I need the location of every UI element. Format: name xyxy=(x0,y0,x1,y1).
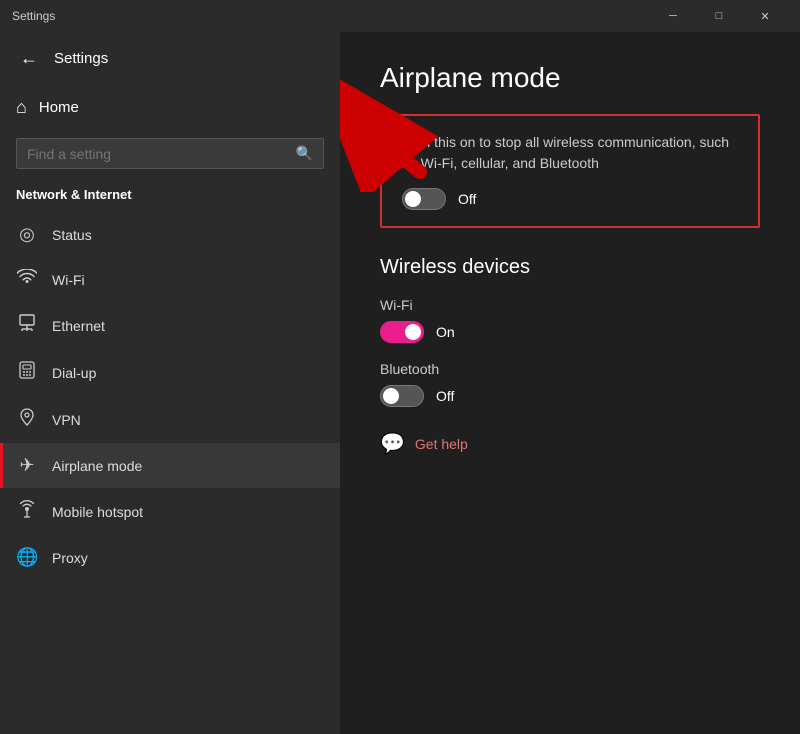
sidebar-item-label: Mobile hotspot xyxy=(52,504,143,520)
bluetooth-device-item: Bluetooth Off xyxy=(380,361,760,407)
search-container: 🔍 xyxy=(0,130,340,181)
maximize-button[interactable]: □ xyxy=(696,0,742,32)
airplane-toggle[interactable] xyxy=(402,188,446,210)
wifi-device-item: Wi-Fi On xyxy=(380,297,760,343)
sidebar-item-wifi[interactable]: Wi-Fi xyxy=(0,257,340,302)
bluetooth-toggle-row: Off xyxy=(380,385,760,407)
airplane-toggle-label: Off xyxy=(458,191,476,207)
toggle-knob xyxy=(405,191,421,207)
wifi-device-name: Wi-Fi xyxy=(380,297,760,313)
sidebar-item-label: Proxy xyxy=(52,550,88,566)
get-help[interactable]: 💬 Get help xyxy=(380,431,760,456)
proxy-icon: 🌐 xyxy=(16,547,38,568)
section-label: Network & Internet xyxy=(0,181,340,212)
airplane-mode-box: Turn this on to stop all wireless commun… xyxy=(380,114,760,228)
sidebar-item-hotspot[interactable]: Mobile hotspot xyxy=(0,488,340,535)
sidebar: ← Settings ⌂ Home 🔍 Network & Internet ◎… xyxy=(0,32,340,734)
search-input[interactable] xyxy=(27,146,288,162)
sidebar-item-airplane[interactable]: ✈ Airplane mode xyxy=(0,443,340,488)
wifi-toggle-row: On xyxy=(380,321,760,343)
sidebar-header: ← Settings xyxy=(0,32,340,85)
sidebar-item-ethernet[interactable]: Ethernet xyxy=(0,302,340,349)
wifi-toggle[interactable] xyxy=(380,321,424,343)
titlebar: Settings ─ □ ✕ xyxy=(0,0,800,32)
ethernet-icon xyxy=(16,314,38,337)
search-button[interactable]: 🔍 xyxy=(296,145,313,162)
wifi-icon xyxy=(16,269,38,290)
minimize-button[interactable]: ─ xyxy=(650,0,696,32)
status-icon: ◎ xyxy=(16,224,38,245)
airplane-description: Turn this on to stop all wireless commun… xyxy=(402,132,738,174)
sidebar-item-label: Dial-up xyxy=(52,365,96,381)
get-help-icon: 💬 xyxy=(380,431,405,456)
bluetooth-toggle[interactable] xyxy=(380,385,424,407)
get-help-label: Get help xyxy=(415,436,468,452)
content-area: Airplane mode Turn this on to stop all w… xyxy=(340,32,800,734)
sidebar-item-label: Status xyxy=(52,227,92,243)
home-label: Home xyxy=(39,99,79,116)
back-button[interactable]: ← xyxy=(16,44,42,73)
wifi-toggle-label: On xyxy=(436,324,455,340)
sidebar-item-status[interactable]: ◎ Status xyxy=(0,212,340,257)
home-icon: ⌂ xyxy=(16,97,27,118)
app-title: Settings xyxy=(12,9,650,23)
bluetooth-device-name: Bluetooth xyxy=(380,361,760,377)
wireless-devices-title: Wireless devices xyxy=(380,256,760,279)
airplane-icon: ✈ xyxy=(16,455,38,476)
hotspot-icon xyxy=(16,500,38,523)
toggle-knob xyxy=(405,324,421,340)
page-title: Airplane mode xyxy=(380,62,760,94)
nav-list: ◎ Status Wi-Fi xyxy=(0,212,340,580)
main-container: ← Settings ⌂ Home 🔍 Network & Internet ◎… xyxy=(0,32,800,734)
sidebar-item-proxy[interactable]: 🌐 Proxy xyxy=(0,535,340,580)
window-controls: ─ □ ✕ xyxy=(650,0,788,32)
sidebar-item-label: VPN xyxy=(52,412,81,428)
airplane-toggle-row: Off xyxy=(402,188,738,210)
vpn-icon xyxy=(16,408,38,431)
sidebar-item-label: Wi-Fi xyxy=(52,272,85,288)
sidebar-item-vpn[interactable]: VPN xyxy=(0,396,340,443)
sidebar-item-dialup[interactable]: Dial-up xyxy=(0,349,340,396)
dialup-icon xyxy=(16,361,38,384)
sidebar-item-label: Airplane mode xyxy=(52,458,142,474)
home-item[interactable]: ⌂ Home xyxy=(0,85,340,130)
close-button[interactable]: ✕ xyxy=(742,0,788,32)
sidebar-app-title: Settings xyxy=(54,50,108,67)
search-box: 🔍 xyxy=(16,138,324,169)
bluetooth-toggle-label: Off xyxy=(436,388,454,404)
toggle-knob xyxy=(383,388,399,404)
sidebar-item-label: Ethernet xyxy=(52,318,105,334)
